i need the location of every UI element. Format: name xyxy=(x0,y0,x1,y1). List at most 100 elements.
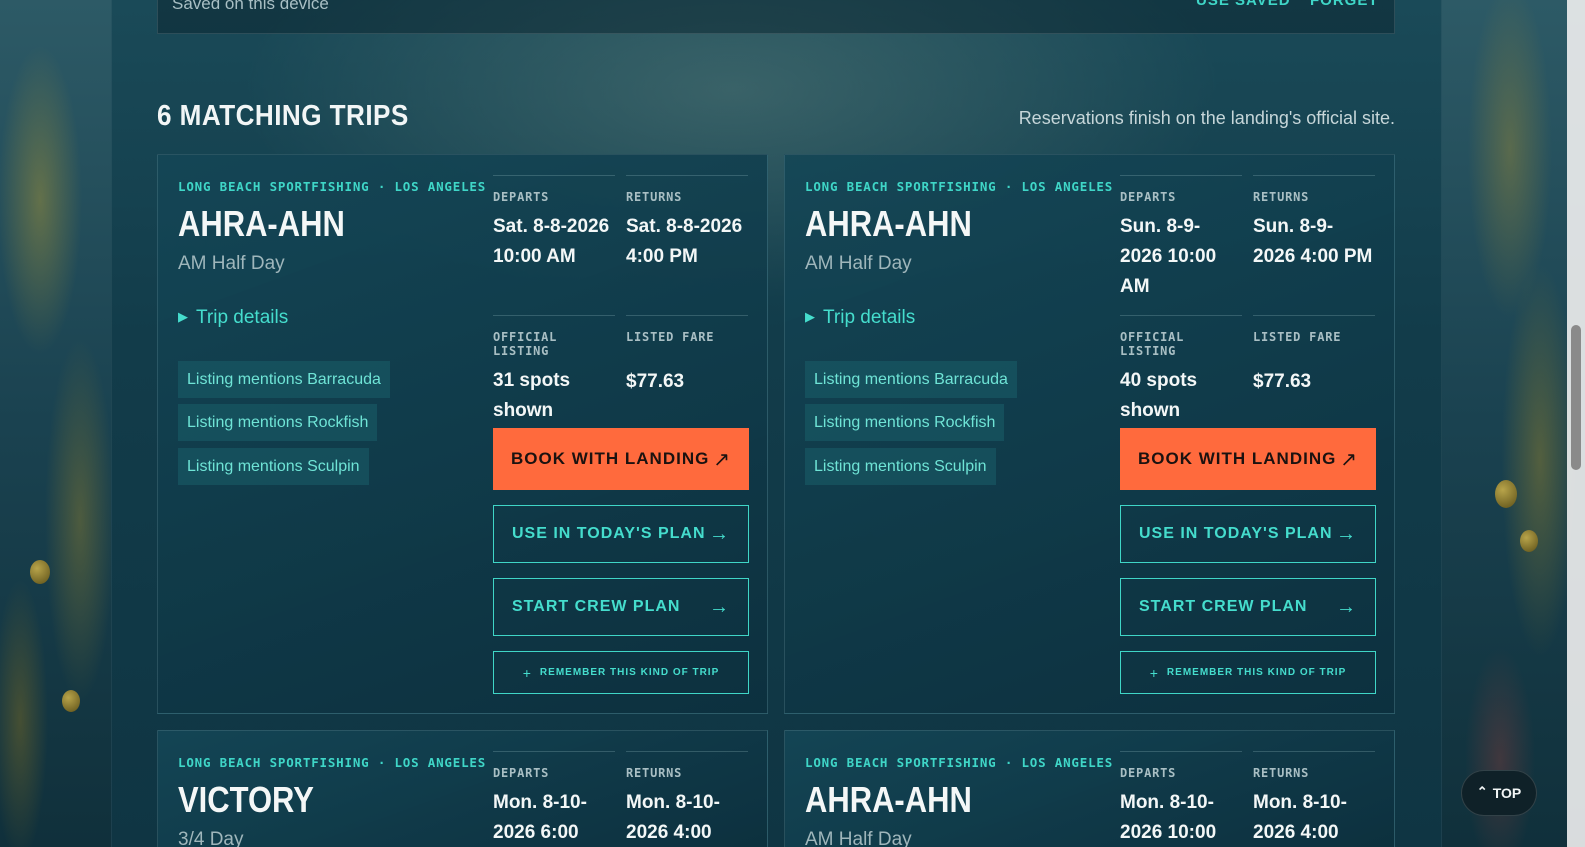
remember-trip-button[interactable]: + REMEMBER THIS KIND OF TRIP xyxy=(1120,651,1376,694)
returns-label: RETURNS xyxy=(1253,766,1310,780)
trip-details-label: Trip details xyxy=(823,307,916,328)
chevron-up-icon: ⌃ xyxy=(1476,784,1488,799)
book-label: BOOK WITH LANDING xyxy=(1138,449,1337,468)
returns-label: RETURNS xyxy=(1253,190,1310,204)
trip-type: 3/4 Day xyxy=(178,829,244,847)
book-with-landing-button[interactable]: BOOK WITH LANDING ↗ xyxy=(493,428,749,490)
returns-block: RETURNS Sat. 8-8-2026 4:00 PM xyxy=(626,175,748,272)
returns-label: RETURNS xyxy=(626,190,683,204)
disclosure-triangle-icon: ▶ xyxy=(178,309,188,324)
crew-plan-label: START CREW PLAN xyxy=(512,598,681,615)
departs-block: DEPARTS Sat. 8-8-2026 10:00 AM xyxy=(493,175,615,272)
departs-label: DEPARTS xyxy=(1120,766,1177,780)
listed-fare-label: LISTED FARE xyxy=(626,330,715,344)
official-listing-label: OFFICIAL LISTING xyxy=(493,330,558,358)
species-chip: Listing mentions Sculpin xyxy=(178,448,369,485)
departs-value: Sun. 8-9-2026 10:00 AM xyxy=(1120,216,1217,297)
returns-block: RETURNS Sun. 8-9-2026 4:00 PM xyxy=(1253,175,1375,272)
trip-details-toggle[interactable]: ▶ Trip details xyxy=(178,307,288,329)
departs-value: Sat. 8-8-2026 10:00 AM xyxy=(493,216,610,267)
returns-value: Mon. 8-10-2026 4:00 xyxy=(1253,792,1347,843)
arrow-right-icon: → xyxy=(1336,522,1357,545)
remember-trip-button[interactable]: + REMEMBER THIS KIND OF TRIP xyxy=(493,651,749,694)
plus-icon: + xyxy=(522,664,532,681)
use-in-todays-plan-button[interactable]: USE IN TODAY'S PLAN → xyxy=(493,505,749,563)
plus-icon: + xyxy=(1149,664,1159,681)
kelp-bulb xyxy=(1495,480,1517,508)
kelp-bulb xyxy=(62,690,80,712)
trip-card: LONG BEACH SPORTFISHING · LOS ANGELES VI… xyxy=(157,730,768,847)
listed-fare-label: LISTED FARE xyxy=(1253,330,1342,344)
trip-card: LONG BEACH SPORTFISHING · LOS ANGELES AH… xyxy=(157,154,768,714)
species-chip: Listing mentions Rockfish xyxy=(178,404,378,441)
trip-type: AM Half Day xyxy=(805,829,912,847)
boat-name: AHRA-AHN xyxy=(805,779,972,820)
boat-name: AHRA-AHN xyxy=(178,203,345,244)
crew-plan-label: START CREW PLAN xyxy=(1139,598,1308,615)
results-count-heading: 6 MATCHING TRIPS xyxy=(157,100,409,132)
species-chip: Listing mentions Sculpin xyxy=(805,448,996,485)
species-chip: Listing mentions Barracuda xyxy=(178,361,390,398)
official-listing-block: OFFICIAL LISTING 40 spots shown xyxy=(1120,315,1242,426)
departs-block: DEPARTS Mon. 8-10-2026 10:00 xyxy=(1120,751,1242,847)
forget-link[interactable]: FORGET xyxy=(1310,0,1379,9)
official-listing-block: OFFICIAL LISTING 31 spots shown xyxy=(493,315,615,426)
remember-label: REMEMBER THIS KIND OF TRIP xyxy=(1166,667,1347,678)
use-today-label: USE IN TODAY'S PLAN xyxy=(1139,525,1333,542)
arrow-right-icon: → xyxy=(709,595,730,618)
landing-name: LONG BEACH SPORTFISHING · LOS ANGELES xyxy=(178,179,487,194)
results-note: Reservations finish on the landing's off… xyxy=(1018,108,1395,128)
returns-block: RETURNS Mon. 8-10-2026 4:00 xyxy=(626,751,748,847)
species-chip: Listing mentions Barracuda xyxy=(805,361,1017,398)
departs-value: Mon. 8-10-2026 6:00 xyxy=(493,792,587,843)
top-label: TOP xyxy=(1492,785,1522,801)
external-link-icon: ↗ xyxy=(1340,448,1358,471)
disclosure-triangle-icon: ▶ xyxy=(805,309,815,324)
remember-label: REMEMBER THIS KIND OF TRIP xyxy=(539,667,720,678)
external-link-icon: ↗ xyxy=(713,448,731,471)
departs-label: DEPARTS xyxy=(493,766,550,780)
start-crew-plan-button[interactable]: START CREW PLAN → xyxy=(1120,578,1376,636)
returns-value: Mon. 8-10-2026 4:00 xyxy=(626,792,720,843)
spots-value: 40 spots shown xyxy=(1120,370,1198,421)
scrollbar-track[interactable] xyxy=(1567,0,1585,847)
landing-name: LONG BEACH SPORTFISHING · LOS ANGELES xyxy=(805,179,1114,194)
trip-type: AM Half Day xyxy=(178,253,285,274)
arrow-right-icon: → xyxy=(709,522,730,545)
departs-block: DEPARTS Sun. 8-9-2026 10:00 AM xyxy=(1120,175,1242,302)
trip-card: LONG BEACH SPORTFISHING · LOS ANGELES AH… xyxy=(784,730,1395,847)
scrollbar-thumb[interactable] xyxy=(1571,325,1581,470)
listed-fare-block: LISTED FARE $77.63 xyxy=(626,315,748,397)
spots-value: 31 spots shown xyxy=(493,370,571,421)
trip-details-toggle[interactable]: ▶ Trip details xyxy=(805,307,915,329)
start-crew-plan-button[interactable]: START CREW PLAN → xyxy=(493,578,749,636)
saved-status-text: Saved on this device xyxy=(172,0,329,13)
saved-search-bar: Saved on this device USE SAVED FORGET xyxy=(157,0,1395,34)
use-today-label: USE IN TODAY'S PLAN xyxy=(512,525,706,542)
fare-value: $77.63 xyxy=(626,371,685,392)
official-listing-label: OFFICIAL LISTING xyxy=(1120,330,1185,358)
trip-card: LONG BEACH SPORTFISHING · LOS ANGELES AH… xyxy=(784,154,1395,714)
returns-label: RETURNS xyxy=(626,766,683,780)
boat-name: VICTORY xyxy=(178,779,314,820)
kelp-bulb xyxy=(30,560,50,584)
back-to-top-button[interactable]: ⌃ TOP xyxy=(1461,770,1537,816)
listed-fare-block: LISTED FARE $77.63 xyxy=(1253,315,1375,397)
departs-value: Mon. 8-10-2026 10:00 xyxy=(1120,792,1217,843)
landing-name: LONG BEACH SPORTFISHING · LOS ANGELES xyxy=(178,755,487,770)
book-label: BOOK WITH LANDING xyxy=(511,449,710,468)
book-with-landing-button[interactable]: BOOK WITH LANDING ↗ xyxy=(1120,428,1376,490)
use-saved-link[interactable]: USE SAVED xyxy=(1196,0,1291,9)
boat-name: AHRA-AHN xyxy=(805,203,972,244)
trip-details-label: Trip details xyxy=(196,307,289,328)
departs-label: DEPARTS xyxy=(493,190,550,204)
returns-value: Sat. 8-8-2026 4:00 PM xyxy=(626,216,743,267)
departs-label: DEPARTS xyxy=(1120,190,1177,204)
trip-type: AM Half Day xyxy=(805,253,912,274)
landing-name: LONG BEACH SPORTFISHING · LOS ANGELES xyxy=(805,755,1114,770)
fare-value: $77.63 xyxy=(1253,371,1312,392)
arrow-right-icon: → xyxy=(1336,595,1357,618)
returns-value: Sun. 8-9-2026 4:00 PM xyxy=(1253,216,1373,267)
kelp-bulb xyxy=(1520,530,1538,552)
use-in-todays-plan-button[interactable]: USE IN TODAY'S PLAN → xyxy=(1120,505,1376,563)
